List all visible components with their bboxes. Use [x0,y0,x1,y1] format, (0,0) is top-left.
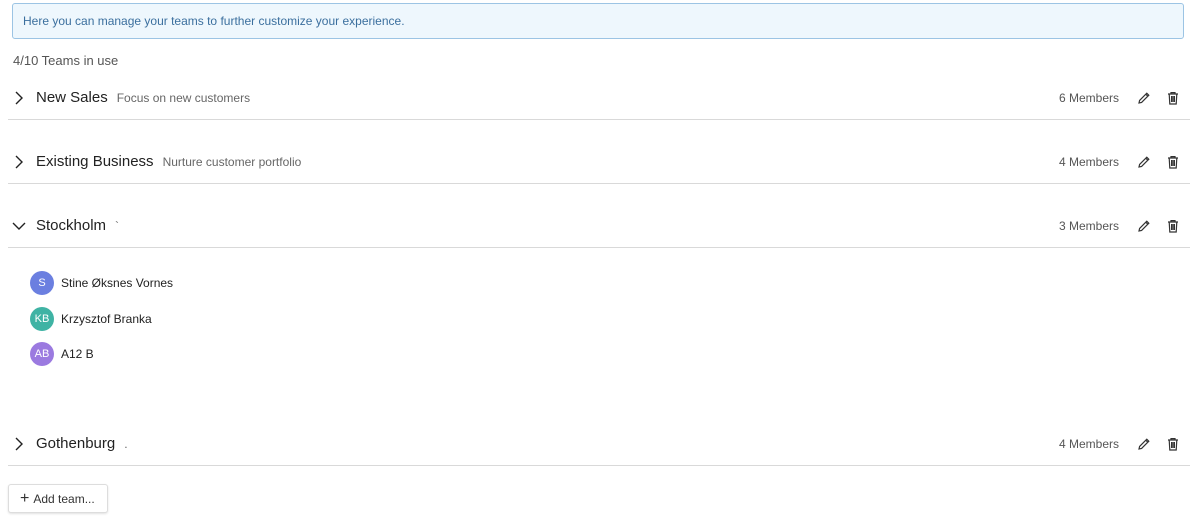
team-members-count: 3 Members [1058,218,1119,233]
team-members-count: 4 Members [1058,436,1119,451]
team-description: . [124,436,128,451]
trash-icon[interactable] [1164,153,1182,171]
pencil-icon[interactable] [1135,89,1153,107]
team-row-existing-business[interactable]: Existing Business Nurture customer portf… [8,140,1190,184]
avatar: S [30,271,54,295]
chevron-down-icon[interactable] [10,217,28,235]
team-name: Existing Business [36,153,154,170]
member-name: Krzysztof Branka [61,311,152,326]
teams-page: Here you can manage your teams to furthe… [0,0,1190,516]
trash-icon[interactable] [1164,217,1182,235]
list-item: S Stine Øksnes Vornes [30,270,173,296]
pencil-icon[interactable] [1135,217,1153,235]
trash-icon[interactable] [1164,435,1182,453]
avatar: KB [30,306,54,331]
team-description: ` [115,218,120,233]
team-name: Gothenburg [36,435,116,452]
chevron-right-icon[interactable] [10,89,28,107]
team-description: Focus on new customers [116,90,251,105]
team-name: Stockholm [36,217,107,234]
pencil-icon[interactable] [1135,153,1153,171]
member-name: A12 B [61,347,94,361]
teams-usage-count: 4/10 Teams in use [13,53,119,68]
team-members-count: 6 Members [1058,90,1119,105]
chevron-right-icon[interactable] [10,435,28,453]
info-banner: Here you can manage your teams to furthe… [12,3,1184,39]
team-name: New Sales [36,89,108,106]
team-members-count: 4 Members [1058,154,1119,169]
trash-icon[interactable] [1164,89,1182,107]
team-row-stockholm[interactable]: Stockholm ` 3 Members [8,204,1190,248]
team-description: Nurture customer portfolio [162,154,302,169]
add-team-label: Add team... [33,491,95,506]
member-name: Stine Øksnes Vornes [61,276,174,290]
team-row-gothenburg[interactable]: Gothenburg . 4 Members [8,422,1190,466]
plus-icon: + [20,489,30,507]
list-item: AB A12 B [30,341,173,367]
list-item: KB Krzysztof Branka [30,306,173,332]
team-row-new-sales[interactable]: New Sales Focus on new customers 6 Membe… [8,76,1190,120]
add-team-button[interactable]: + Add team... [8,484,108,513]
info-banner-text: Here you can manage your teams to furthe… [23,14,405,28]
pencil-icon[interactable] [1135,435,1153,453]
chevron-right-icon[interactable] [10,153,28,171]
team-member-list: S Stine Øksnes Vornes KB Krzysztof Brank… [30,270,173,377]
avatar: AB [30,342,54,366]
